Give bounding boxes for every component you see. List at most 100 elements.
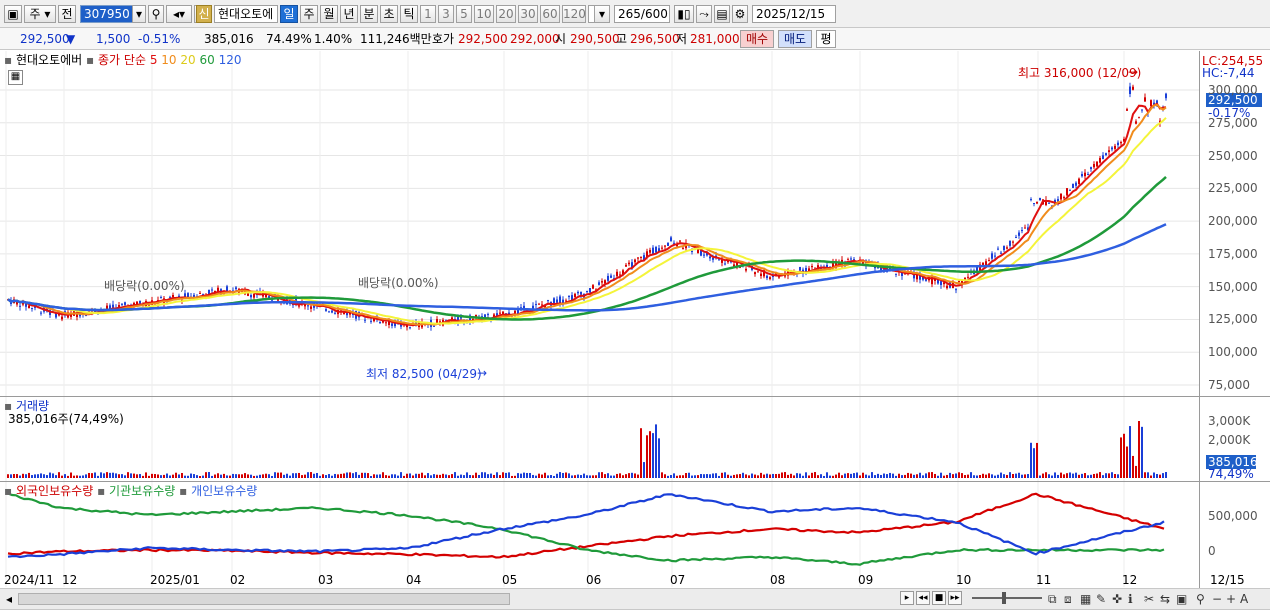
volume-bar — [685, 473, 687, 478]
prev-button[interactable]: 전 — [58, 5, 76, 23]
scrollbar-thumb[interactable] — [18, 593, 510, 605]
candle-body — [409, 327, 411, 329]
interval-month[interactable]: 월 — [320, 5, 338, 23]
buy-button[interactable]: 매수 — [740, 30, 774, 48]
share-icon[interactable]: ⇆ — [1160, 592, 1170, 606]
settings-icon[interactable]: ⚙ — [732, 5, 748, 23]
candle-body — [235, 287, 237, 290]
candle-body — [31, 307, 33, 309]
volume-bar — [337, 474, 339, 478]
zoom-slider-track[interactable] — [972, 597, 1042, 599]
chart-style-icon[interactable]: ⤳ — [696, 5, 712, 23]
volume-bar — [880, 474, 882, 478]
x-axis-label: 06 — [586, 573, 602, 587]
volume-bar — [751, 473, 753, 478]
candle-type-icon[interactable]: ▮▯ — [674, 5, 694, 23]
candle-body — [1084, 172, 1086, 177]
custom-step-dropdown-icon[interactable]: ▾ — [594, 5, 610, 23]
calculator-icon[interactable]: ▦ — [8, 70, 23, 85]
font-size-icon[interactable]: A — [1240, 592, 1248, 606]
volume-bar — [820, 474, 822, 478]
eval-button[interactable]: 평 — [816, 30, 836, 48]
candle-body — [139, 300, 141, 304]
nav-stop-icon[interactable]: ■ — [932, 591, 946, 605]
cross-icon[interactable]: ✜ — [1112, 592, 1122, 606]
grid-icon[interactable]: ▦ — [1080, 592, 1091, 606]
speaker-icon[interactable]: ◂▾ — [166, 5, 192, 23]
volume-bar — [517, 473, 519, 478]
volume-bar — [1015, 473, 1017, 478]
candle-body — [160, 297, 162, 299]
save-icon[interactable]: ▤ — [714, 5, 730, 23]
nav-next-icon[interactable]: ▸ — [900, 591, 914, 605]
step-120[interactable]: 120 — [562, 5, 586, 23]
step-10[interactable]: 10 — [474, 5, 494, 23]
volume-bar — [769, 474, 771, 478]
interval-year[interactable]: 년 — [340, 5, 358, 23]
zoom-out-icon[interactable]: − — [1212, 592, 1222, 606]
sell-button[interactable]: 매도 — [778, 30, 812, 48]
zoom-slider-handle[interactable] — [1002, 592, 1006, 604]
volume-bar — [265, 473, 267, 478]
candle-body — [592, 285, 594, 289]
compare-icon[interactable]: ⧈ — [1064, 592, 1072, 606]
candle-body — [499, 312, 501, 314]
layout-icon[interactable]: ⧉ — [1048, 592, 1057, 606]
vol-tick-2000k: 2,000K — [1208, 433, 1251, 447]
interval-second[interactable]: 초 — [380, 5, 398, 23]
volume-bar — [649, 431, 651, 478]
volume-bar — [1012, 474, 1014, 478]
volume-bar — [862, 472, 864, 478]
step-20[interactable]: 20 — [496, 5, 516, 23]
nav-rewind-icon[interactable]: ◂◂ — [916, 591, 930, 605]
step-3[interactable]: 3 — [438, 5, 454, 23]
step-5[interactable]: 5 — [456, 5, 472, 23]
scroll-left-icon[interactable]: ◂ — [6, 592, 12, 606]
code-dropdown-icon[interactable]: ▾ — [132, 5, 146, 23]
volume-bar — [613, 475, 615, 478]
candle-body — [1087, 174, 1089, 176]
volume-bar — [13, 474, 15, 478]
print-icon[interactable]: ▣ — [1176, 592, 1187, 606]
min-price-label: 최저 82,500 (04/29) — [366, 367, 482, 381]
draw-icon[interactable]: ✎ — [1096, 592, 1106, 606]
volume-bar — [1024, 474, 1026, 478]
volume-bar — [316, 472, 318, 478]
interval-minute[interactable]: 분 — [360, 5, 378, 23]
date-input[interactable]: 2025/12/15 — [752, 5, 836, 23]
volume-bar — [292, 473, 294, 478]
candle-body — [1150, 100, 1152, 107]
candle-body — [625, 264, 627, 267]
interval-day[interactable]: 일 — [280, 5, 298, 23]
pane-separator[interactable] — [0, 481, 1270, 482]
volume-ratio: 74.49% — [266, 32, 312, 46]
zoom-search-icon[interactable]: ⚲ — [1196, 592, 1205, 606]
cut-icon[interactable]: ✂ — [1144, 592, 1154, 606]
count-input[interactable]: 265/600 — [614, 5, 670, 23]
volume-bar — [1033, 448, 1035, 478]
volume-bar — [889, 472, 891, 478]
step-1[interactable]: 1 — [420, 5, 436, 23]
period-select[interactable]: 주 ▾ — [24, 5, 56, 23]
price-tick: 100,000 — [1208, 345, 1258, 360]
volume-bar — [58, 472, 60, 478]
volume-bar — [301, 475, 303, 478]
nav-forward-icon[interactable]: ▸▸ — [948, 591, 962, 605]
step-30[interactable]: 30 — [518, 5, 538, 23]
indicator-icon[interactable]: ℹ — [1128, 592, 1133, 606]
zoom-in-icon[interactable]: + — [1226, 592, 1236, 606]
volume-bar — [841, 475, 843, 478]
volume-bar — [64, 474, 66, 478]
interval-week[interactable]: 주 — [300, 5, 318, 23]
interval-tick[interactable]: 틱 — [400, 5, 418, 23]
volume-bar — [379, 474, 381, 478]
chart-menu-icon[interactable]: ▣ — [4, 5, 22, 23]
volume-bar — [673, 473, 675, 478]
volume-bar — [838, 472, 840, 478]
step-60[interactable]: 60 — [540, 5, 560, 23]
search-icon[interactable]: ⚲ — [148, 5, 164, 23]
period-value: 주 — [29, 7, 41, 21]
candle-body — [754, 272, 756, 275]
volume-bar — [97, 475, 99, 478]
pane-separator[interactable] — [0, 396, 1270, 397]
